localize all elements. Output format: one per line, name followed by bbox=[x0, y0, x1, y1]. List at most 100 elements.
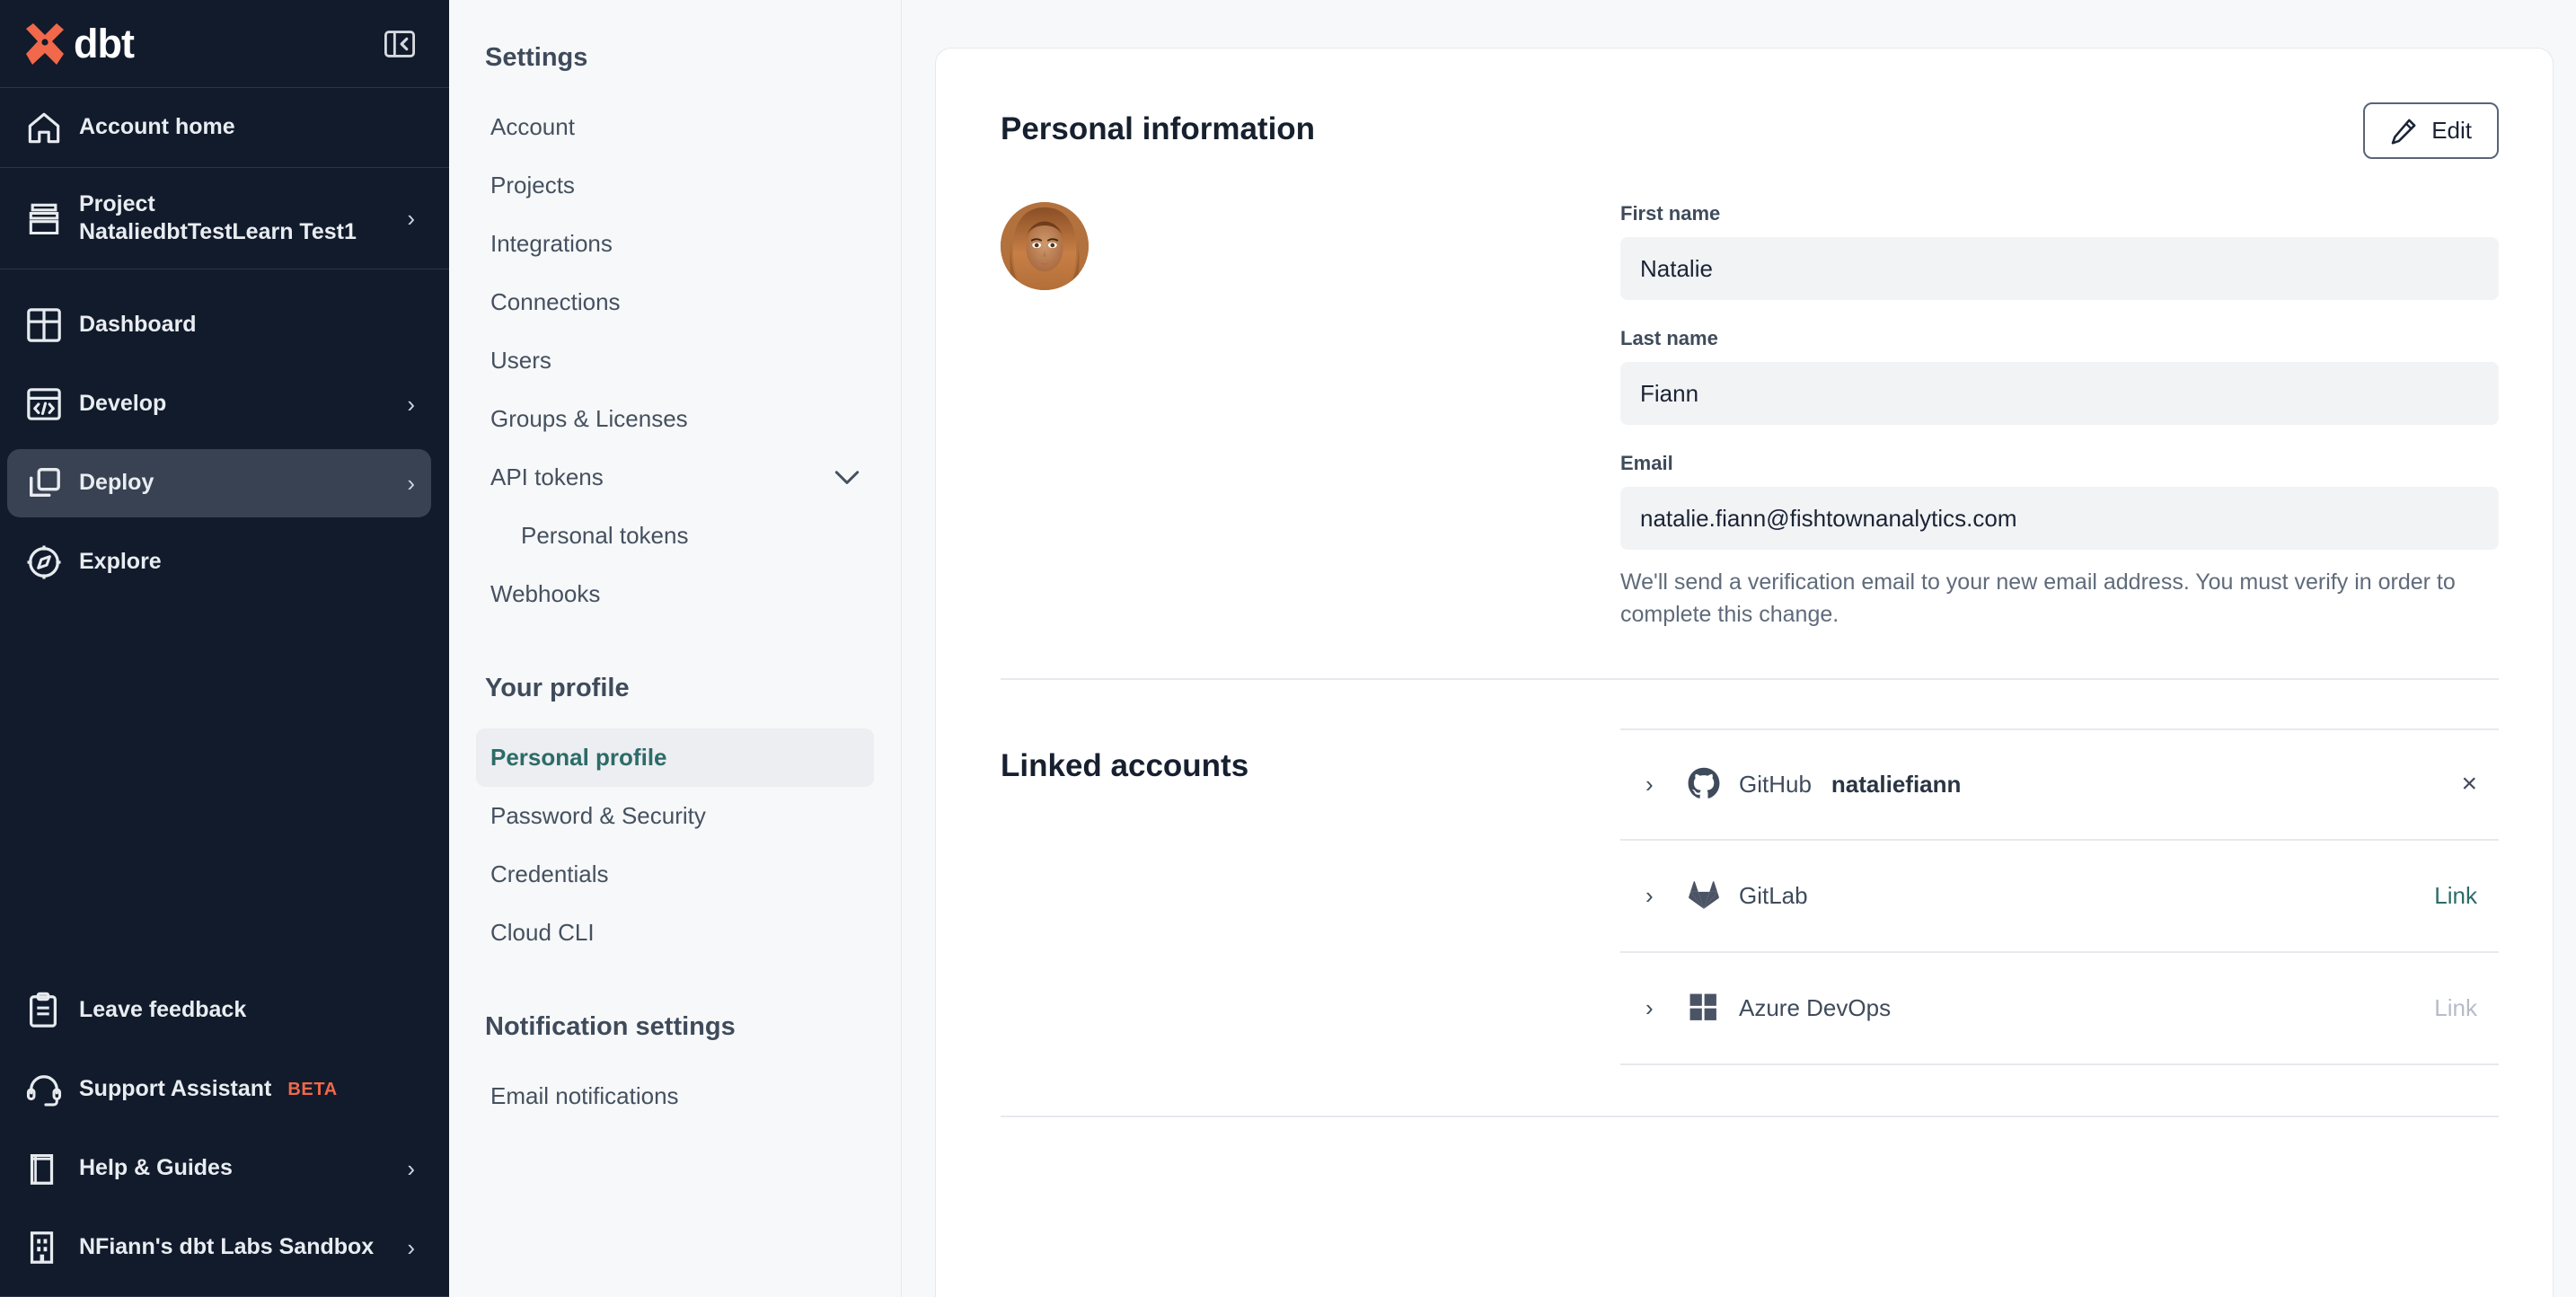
azure-devops-icon bbox=[1681, 993, 1726, 1023]
linked-account-row-azure-devops[interactable]: › Azure DevOps Link bbox=[1620, 953, 2499, 1065]
panel-collapse-icon[interactable] bbox=[384, 30, 415, 57]
last-name-label: Last name bbox=[1620, 327, 1718, 349]
linked-accounts-section: Linked accounts › GitHub nataliefiann × bbox=[1001, 728, 2499, 1065]
sidebar-item-project[interactable]: Project NataliedbtTestLearn Test1 › bbox=[0, 168, 449, 269]
headset-icon bbox=[25, 1072, 66, 1107]
settings-heading: Settings bbox=[485, 43, 588, 72]
settings-item-label: Connections bbox=[490, 288, 621, 315]
sidebar-item-account-switcher[interactable]: NFiann's dbt Labs Sandbox › bbox=[0, 1208, 449, 1287]
avatar[interactable] bbox=[1001, 202, 1089, 290]
linked-account-row-github[interactable]: › GitHub nataliefiann × bbox=[1620, 728, 2499, 841]
link-button[interactable]: Link bbox=[2434, 994, 2490, 1022]
sidebar-item-label: NFiann's dbt Labs Sandbox bbox=[79, 1234, 375, 1260]
bottom-divider bbox=[1001, 1115, 2499, 1117]
settings-item-email-notifications[interactable]: Email notifications bbox=[476, 1067, 874, 1125]
sidebar-item-support-assistant[interactable]: Support Assistant BETA bbox=[0, 1050, 449, 1129]
sidebar-item-leave-feedback[interactable]: Leave feedback bbox=[0, 971, 449, 1050]
linked-account-provider: GitHub bbox=[1739, 770, 1812, 798]
app-root: dbt Account home Project NataliedbtTestL… bbox=[0, 0, 2576, 1297]
first-name-label: First name bbox=[1620, 202, 1721, 225]
personal-information-section: First name Natalie Last name Fiann Email… bbox=[1001, 202, 2499, 631]
develop-icon bbox=[25, 386, 66, 422]
sidebar-item-explore[interactable]: Explore bbox=[0, 523, 449, 602]
sidebar-item-develop[interactable]: Develop › bbox=[0, 365, 449, 444]
explore-icon bbox=[25, 543, 66, 581]
unlink-button[interactable]: × bbox=[2461, 771, 2490, 798]
linked-account-row-gitlab[interactable]: › GitLab Link bbox=[1620, 841, 2499, 953]
last-name-field-group: Last name Fiann bbox=[1620, 327, 2499, 425]
first-name-input[interactable]: Natalie bbox=[1620, 237, 2499, 300]
settings-item-password-security[interactable]: Password & Security bbox=[476, 787, 874, 845]
settings-item-label: Email notifications bbox=[490, 1082, 679, 1109]
linked-accounts-list: › GitHub nataliefiann × › GitLab Link › … bbox=[1620, 728, 2499, 1065]
email-label: Email bbox=[1620, 452, 1673, 474]
chevron-down-icon[interactable] bbox=[834, 470, 860, 486]
email-field-group: Email natalie.fiann@fishtownanalytics.co… bbox=[1620, 452, 2499, 631]
dbt-wordmark: dbt bbox=[74, 20, 135, 66]
sidebar-item-label: Dashboard bbox=[79, 312, 197, 338]
avatar-column bbox=[1001, 202, 1620, 631]
book-icon bbox=[25, 1150, 66, 1187]
linked-accounts-title: Linked accounts bbox=[1001, 747, 1249, 783]
avatar-image bbox=[1001, 202, 1089, 290]
main-content: Personal information Edit First name Nat… bbox=[902, 0, 2576, 1297]
linked-account-provider: GitLab bbox=[1739, 881, 1808, 909]
github-icon bbox=[1681, 767, 1726, 801]
settings-item-personal-tokens[interactable]: Personal tokens bbox=[476, 507, 874, 565]
settings-sidebar: Settings Account Projects Integrations C… bbox=[449, 0, 902, 1297]
settings-item-label: Webhooks bbox=[490, 580, 601, 607]
sidebar-item-label: Project NataliedbtTestLearn Test1 bbox=[79, 190, 407, 247]
sidebar-item-account-home[interactable]: Account home bbox=[0, 88, 449, 167]
email-input[interactable]: natalie.fiann@fishtownanalytics.com bbox=[1620, 487, 2499, 550]
chevron-right-icon[interactable]: › bbox=[1645, 771, 1681, 798]
last-name-input[interactable]: Fiann bbox=[1620, 362, 2499, 425]
page-title: Personal information bbox=[1001, 111, 1316, 146]
settings-item-label: Groups & Licenses bbox=[490, 405, 688, 432]
settings-item-integrations[interactable]: Integrations bbox=[476, 215, 874, 273]
settings-item-personal-profile[interactable]: Personal profile bbox=[476, 728, 874, 787]
settings-item-api-tokens[interactable]: API tokens bbox=[476, 448, 874, 507]
settings-item-label: Password & Security bbox=[490, 802, 706, 829]
settings-item-label: API tokens bbox=[490, 463, 604, 490]
settings-item-label: Cloud CLI bbox=[490, 919, 595, 946]
notification-settings-heading: Notification settings bbox=[485, 1012, 736, 1041]
sidebar-item-label: Help & Guides bbox=[79, 1155, 233, 1181]
settings-item-connections[interactable]: Connections bbox=[476, 273, 874, 331]
settings-item-webhooks[interactable]: Webhooks bbox=[476, 565, 874, 623]
settings-item-projects[interactable]: Projects bbox=[476, 156, 874, 215]
settings-item-groups-licenses[interactable]: Groups & Licenses bbox=[476, 390, 874, 448]
first-name-field-group: First name Natalie bbox=[1620, 202, 2499, 300]
dbt-logo[interactable]: dbt bbox=[20, 20, 135, 67]
sidebar-item-help-guides[interactable]: Help & Guides › bbox=[0, 1129, 449, 1208]
card-header: Personal information Edit bbox=[1001, 102, 2499, 159]
project-name: NataliedbtTestLearn Test1 bbox=[79, 219, 357, 244]
primary-sidebar: dbt Account home Project NataliedbtTestL… bbox=[0, 0, 449, 1297]
settings-item-label: Personal profile bbox=[490, 744, 667, 771]
sidebar-item-label: Explore bbox=[79, 549, 162, 575]
link-button[interactable]: Link bbox=[2434, 882, 2490, 910]
settings-item-users[interactable]: Users bbox=[476, 331, 874, 390]
gitlab-icon bbox=[1681, 880, 1726, 911]
project-icon bbox=[25, 199, 66, 238]
chevron-right-icon[interactable]: › bbox=[1645, 994, 1681, 1022]
settings-item-label: Integrations bbox=[490, 230, 613, 257]
sidebar-item-dashboard[interactable]: Dashboard bbox=[0, 286, 449, 365]
chevron-right-icon: › bbox=[407, 1154, 415, 1182]
linked-account-username: nataliefiann bbox=[1831, 770, 1962, 798]
sidebar-item-label: Support Assistant bbox=[79, 1076, 272, 1102]
settings-item-label: Users bbox=[490, 347, 551, 374]
home-icon bbox=[25, 110, 66, 146]
sidebar-header: dbt bbox=[0, 0, 449, 87]
settings-item-account[interactable]: Account bbox=[476, 98, 874, 156]
your-profile-heading: Your profile bbox=[485, 674, 630, 702]
sidebar-main-group: Dashboard Develop › Deploy › Explore bbox=[0, 269, 449, 602]
sidebar-item-deploy[interactable]: Deploy › bbox=[0, 444, 449, 523]
dbt-logo-icon bbox=[26, 22, 64, 65]
chevron-right-icon[interactable]: › bbox=[1645, 882, 1681, 910]
edit-button[interactable]: Edit bbox=[2363, 102, 2499, 159]
settings-item-credentials[interactable]: Credentials bbox=[476, 845, 874, 904]
settings-item-cloud-cli[interactable]: Cloud CLI bbox=[476, 904, 874, 962]
pencil-icon bbox=[2390, 118, 2417, 145]
deploy-icon bbox=[25, 465, 66, 501]
